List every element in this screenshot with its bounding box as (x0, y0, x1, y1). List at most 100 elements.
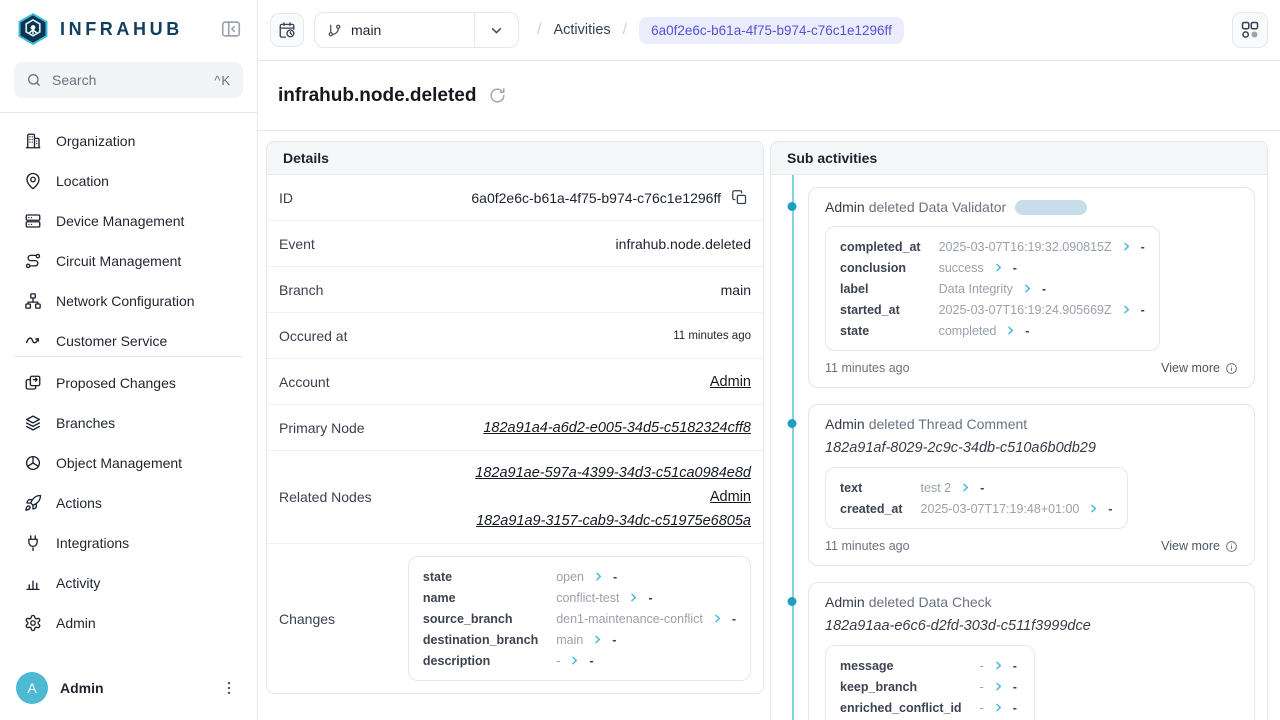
kv-row-state: statecompleted- (840, 320, 1145, 341)
node-link[interactable]: 182a91a9-3157-cab9-34dc-c51975e6805a (476, 509, 751, 533)
sub-activity-title: Admindeleted Thread Comment (825, 416, 1238, 432)
sidebar-item-admin[interactable]: Admin (14, 603, 243, 643)
kv-value-inner: -- (556, 654, 736, 668)
kv-value-inner: -- (980, 659, 1020, 673)
node-link[interactable]: Admin (710, 370, 751, 394)
kv-diff-box: stateopen-nameconflict-test-source_branc… (408, 556, 751, 681)
building-icon (24, 132, 42, 150)
info-icon (1225, 540, 1238, 553)
kv-value: conflict-test- (556, 587, 736, 608)
sidebar-item-location[interactable]: Location (14, 161, 243, 201)
info-icon (1225, 362, 1238, 375)
node-link[interactable]: 182a91a4-a6d2-e005-34d5-c5182324cff8 (483, 416, 751, 440)
sidebar-item-organization[interactable]: Organization (14, 121, 243, 161)
breadcrumb-separator: / (623, 21, 627, 39)
details-panel: Details ID6a0f2e6c-b61a-4f75-b974-c76c1e… (266, 141, 764, 694)
copy-button[interactable] (731, 188, 751, 208)
search-input[interactable]: Search ^K (14, 62, 243, 98)
user-name: Admin (60, 680, 104, 696)
node-link[interactable]: Admin (710, 485, 751, 509)
chevron-right-icon (993, 660, 1004, 671)
workflow-icon (1240, 20, 1260, 40)
sidebar-item-object-management[interactable]: Object Management (14, 443, 243, 483)
kv-row-keep-branch: keep_branch-- (840, 676, 1020, 697)
chevron-right-icon (1022, 283, 1033, 294)
kv-key: destination_branch (423, 629, 556, 650)
sub-activity-card[interactable]: Admindeleted Thread Comment182a91af-8029… (808, 404, 1255, 566)
sidebar-item-integrations[interactable]: Integrations (14, 523, 243, 563)
kv-previous-value: den1-maintenance-conflict (556, 612, 703, 626)
schema-visualizer-button[interactable] (1232, 12, 1268, 48)
branch-selector[interactable]: main (314, 12, 519, 48)
sidebar-item-customer-service[interactable]: Customer Service (14, 321, 243, 357)
chevron-right-icon (993, 262, 1004, 273)
kv-new-value: - (1013, 680, 1017, 694)
sub-activity-time: 11 minutes ago (825, 539, 910, 553)
details-row-primary-node: Primary Node182a91a4-a6d2-e005-34d5-c518… (267, 405, 763, 451)
loading-skeleton (1015, 200, 1087, 215)
kv-new-value: - (732, 612, 736, 626)
sub-activity-actor: Admin (825, 416, 865, 432)
kv-row-name: nameconflict-test- (423, 587, 736, 608)
sidebar-item-activity[interactable]: Activity (14, 563, 243, 603)
sidebar-item-label: Proposed Changes (56, 375, 176, 391)
kv-value-inner: 2025-03-07T16:19:24.905669Z- (939, 303, 1145, 317)
node-link[interactable]: 182a91ae-597a-4399-34d3-c51ca0984e8d (475, 461, 751, 485)
brand: INFRAHUB (0, 0, 257, 50)
breadcrumb-activity-id-link[interactable]: 6a0f2e6c-b61a-4f75-b974-c76c1e1296ff (639, 17, 904, 44)
copy-icon (731, 189, 748, 206)
time-travel-button[interactable] (270, 13, 304, 47)
kv-value-inner: 2025-03-07T16:19:32.090815Z- (939, 240, 1145, 254)
kv-previous-value: conflict-test (556, 591, 619, 605)
kv-previous-value: open (556, 570, 584, 584)
sidebar-collapse-button[interactable] (219, 17, 243, 41)
breadcrumb-activities-link[interactable]: Activities (553, 22, 610, 38)
user-menu-button[interactable] (217, 676, 241, 700)
kv-new-value: - (1013, 659, 1017, 673)
kv-row-created-at: created_at2025-03-07T17:19:48+01:00- (840, 498, 1113, 519)
sub-activity-card[interactable]: Admindeleted Data Check182a91aa-e6c6-d2f… (808, 582, 1255, 720)
sidebar-item-proposed-changes[interactable]: Proposed Changes (14, 363, 243, 403)
kv-new-value: - (1013, 261, 1017, 275)
sub-activity-item: Admindeleted Data Validatorcompleted_at2… (808, 187, 1255, 388)
kv-row-started-at: started_at2025-03-07T16:19:24.905669Z- (840, 299, 1145, 320)
content: Details ID6a0f2e6c-b61a-4f75-b974-c76c1e… (258, 131, 1280, 720)
kv-value: -- (980, 655, 1020, 676)
sidebar-item-network-configuration[interactable]: Network Configuration (14, 281, 243, 321)
kv-previous-value: - (556, 654, 560, 668)
sidebar-item-actions[interactable]: Actions (14, 483, 243, 523)
sub-activity-node-id: 182a91aa-e6c6-d2fd-303d-c511f3999dce (825, 618, 1238, 634)
kv-new-value: - (1025, 324, 1029, 338)
timeline-dot (788, 419, 797, 428)
hierarchy-icon (24, 292, 42, 310)
kv-value-inner: main- (556, 633, 736, 647)
user-menu[interactable]: A Admin (0, 660, 257, 720)
chevron-right-icon (1121, 241, 1132, 252)
kv-previous-value: - (980, 680, 984, 694)
sub-activity-time: 11 minutes ago (825, 361, 910, 375)
branch-dropdown-toggle[interactable] (474, 13, 518, 47)
app-window: INFRAHUB Search ^K OrganizationLocationD… (0, 0, 1280, 720)
kv-row-completed-at: completed_at2025-03-07T16:19:32.090815Z- (840, 236, 1145, 257)
rocket-icon (24, 494, 42, 512)
view-more-button[interactable]: View more (1161, 539, 1238, 553)
kv-new-value: - (612, 633, 616, 647)
sub-activity-footer: 11 minutes ago View more (825, 361, 1238, 375)
sidebar-item-circuit-management[interactable]: Circuit Management (14, 241, 243, 281)
sub-activity-footer: 11 minutes ago View more (825, 539, 1238, 553)
view-more-button[interactable]: View more (1161, 361, 1238, 375)
refresh-button[interactable] (488, 85, 510, 107)
timeline-dot (788, 202, 797, 211)
details-table: ID6a0f2e6c-b61a-4f75-b974-c76c1e1296ffEv… (267, 175, 763, 693)
sidebar-item-device-management[interactable]: Device Management (14, 201, 243, 241)
kv-new-value: - (1042, 282, 1046, 296)
sidebar-item-branches[interactable]: Branches (14, 403, 243, 443)
kebab-icon (220, 679, 238, 697)
server-icon (24, 212, 42, 230)
chevron-right-icon (960, 482, 971, 493)
sub-activity-item: Admindeleted Data Check182a91aa-e6c6-d2f… (808, 582, 1255, 720)
sub-activity-card[interactable]: Admindeleted Data Validatorcompleted_at2… (808, 187, 1255, 388)
git-branch-icon (327, 23, 342, 38)
details-row-value: 182a91ae-597a-4399-34d3-c51ca0984e8dAdmi… (388, 461, 751, 533)
kv-row-message: message-- (840, 655, 1020, 676)
